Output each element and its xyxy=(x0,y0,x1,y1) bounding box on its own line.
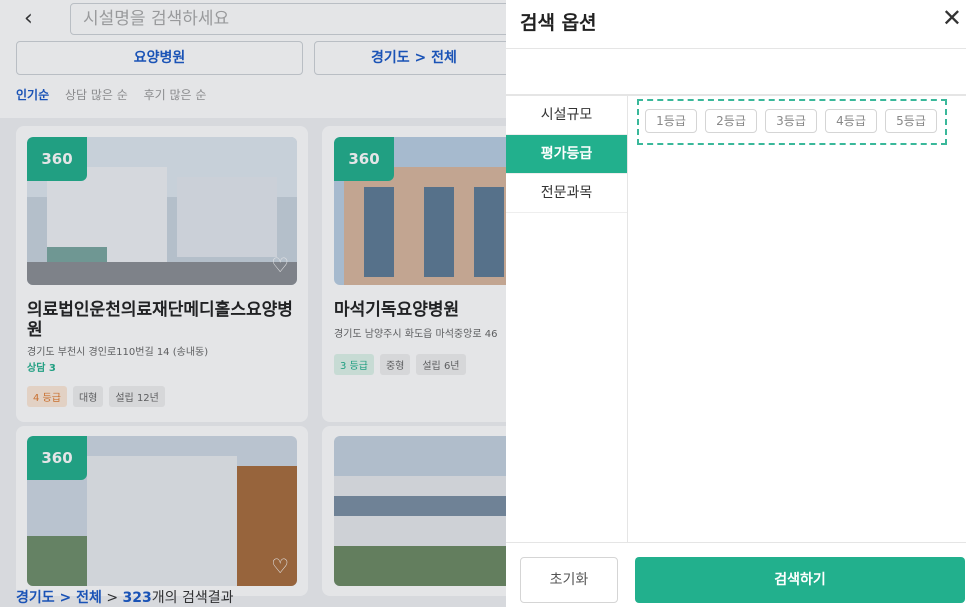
panel-title: 검색 옵션 xyxy=(520,12,597,34)
grade-2-button[interactable]: 2등급 xyxy=(705,109,757,133)
reset-button[interactable]: 초기화 xyxy=(520,557,618,603)
grade-5-button[interactable]: 5등급 xyxy=(885,109,937,133)
category-evaluation-grade[interactable]: 평가등급 xyxy=(506,135,627,174)
grade-3-button[interactable]: 3등급 xyxy=(765,109,817,133)
close-icon[interactable]: ✕ xyxy=(942,4,962,32)
overlay-dim[interactable] xyxy=(0,0,506,607)
category-specialty[interactable]: 전문과목 xyxy=(506,174,627,213)
search-button[interactable]: 검색하기 xyxy=(635,557,965,603)
panel-footer: 초기화 검색하기 xyxy=(506,542,966,607)
search-options-panel: 검색 옵션 ✕ 시설규모 평가등급 전문과목 1등급 2등급 3등급 4등급 5… xyxy=(506,0,966,607)
option-categories: 시설규모 평가등급 전문과목 xyxy=(506,96,628,542)
category-facility-size[interactable]: 시설규모 xyxy=(506,96,627,135)
grade-4-button[interactable]: 4등급 xyxy=(825,109,877,133)
grade-1-button[interactable]: 1등급 xyxy=(645,109,697,133)
divider xyxy=(506,48,966,49)
grade-options: 1등급 2등급 3등급 4등급 5등급 xyxy=(637,99,947,145)
